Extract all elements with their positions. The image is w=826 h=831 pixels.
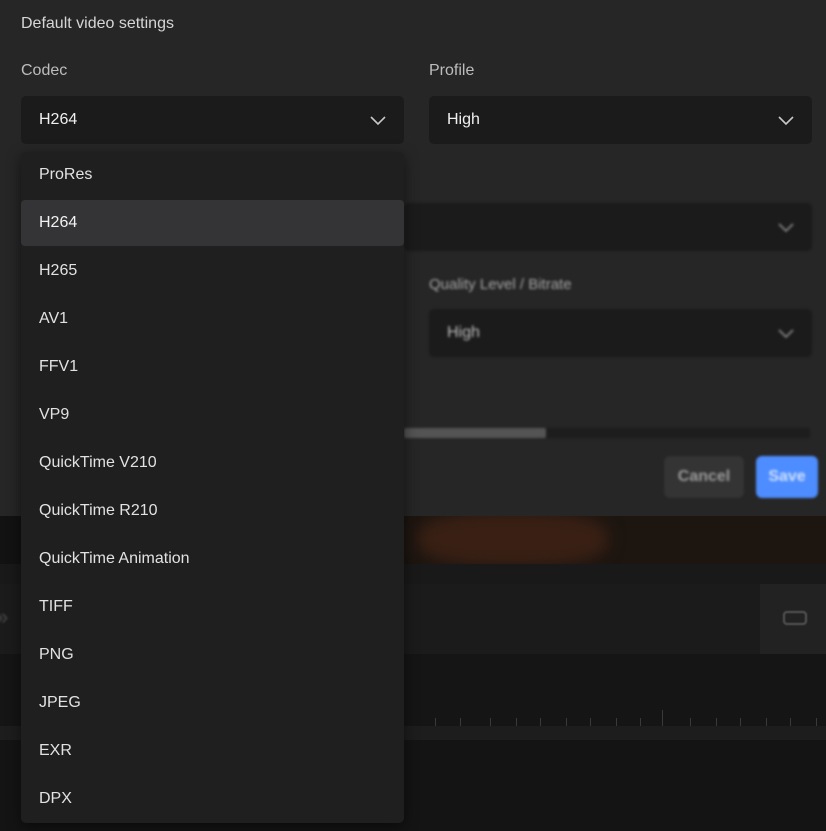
section-title: Default video settings xyxy=(21,15,174,32)
codec-option-vp9[interactable]: VP9 xyxy=(21,392,404,438)
quality-value: High xyxy=(447,324,480,341)
video-preview xyxy=(404,516,826,564)
quality-label: Quality Level / Bitrate xyxy=(429,276,572,293)
progress-bar xyxy=(404,428,810,438)
codec-label: Codec xyxy=(21,62,68,79)
codec-option-prores[interactable]: ProRes xyxy=(21,152,404,198)
codec-dropdown-list: ProRes H264 H265 AV1 FFV1 VP9 QuickTime … xyxy=(21,152,404,823)
codec-value: H264 xyxy=(39,111,78,128)
quality-select[interactable]: High xyxy=(429,309,812,357)
profile-label: Profile xyxy=(429,62,475,79)
chevron-down-icon xyxy=(778,116,794,126)
cancel-button[interactable]: Cancel xyxy=(664,456,744,498)
codec-option-jpeg[interactable]: JPEG xyxy=(21,680,404,726)
codec-option-png[interactable]: PNG xyxy=(21,632,404,678)
rectangle-icon xyxy=(783,611,807,625)
codec-option-dpx[interactable]: DPX xyxy=(21,776,404,822)
codec-option-av1[interactable]: AV1 xyxy=(21,296,404,342)
chevron-down-icon xyxy=(370,116,386,126)
view-toggle[interactable] xyxy=(760,584,826,654)
codec-option-quicktime-v210[interactable]: QuickTime V210 xyxy=(21,440,404,486)
skip-forward-icon[interactable]: » xyxy=(0,604,8,630)
codec-option-h265[interactable]: H265 xyxy=(21,248,404,294)
codec-option-quicktime-r210[interactable]: QuickTime R210 xyxy=(21,488,404,534)
codec-option-ffv1[interactable]: FFV1 xyxy=(21,344,404,390)
chevron-down-icon xyxy=(778,223,794,233)
codec-option-quicktime-animation[interactable]: QuickTime Animation xyxy=(21,536,404,582)
profile-select[interactable]: High xyxy=(429,96,812,144)
progress-fill xyxy=(404,428,546,438)
codec-option-h264[interactable]: H264 xyxy=(21,200,404,246)
codec-option-exr[interactable]: EXR xyxy=(21,728,404,774)
codec-option-tiff[interactable]: TIFF xyxy=(21,584,404,630)
hidden-select[interactable] xyxy=(404,203,812,251)
save-button[interactable]: Save xyxy=(756,456,818,498)
codec-select[interactable]: H264 xyxy=(21,96,404,144)
chevron-down-icon xyxy=(778,329,794,339)
profile-value: High xyxy=(447,111,480,128)
